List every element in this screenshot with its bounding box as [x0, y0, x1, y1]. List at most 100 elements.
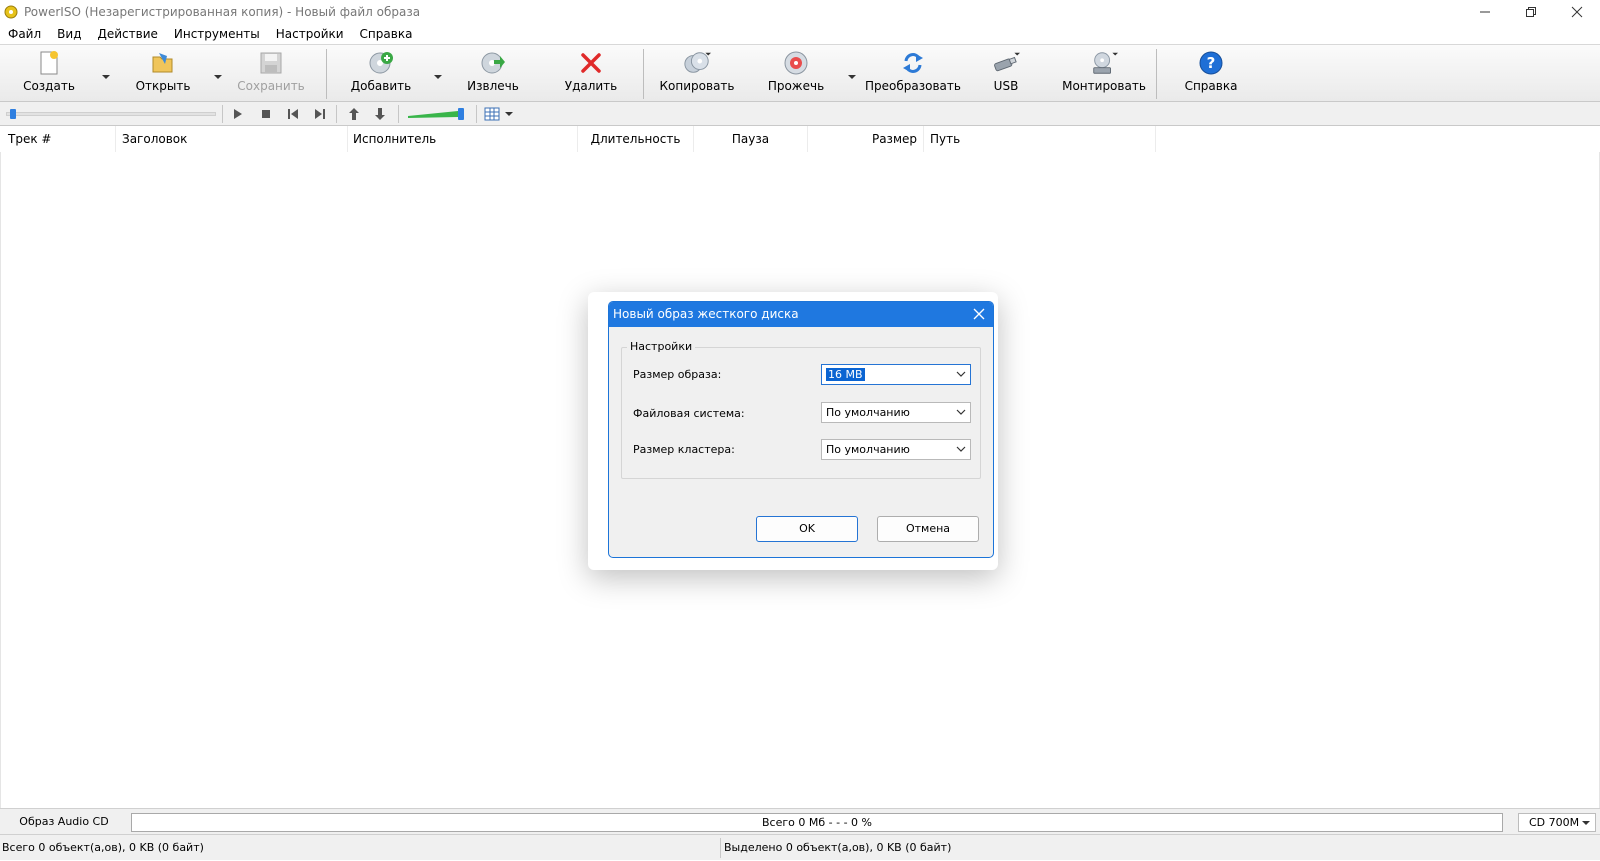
- mount-drive-icon: [1093, 52, 1118, 74]
- poweriso-app-icon: [4, 5, 18, 19]
- add-dropdown-icon[interactable]: [432, 71, 444, 83]
- column-pause[interactable]: Пауза: [694, 126, 808, 152]
- image-size-label: Размер образа:: [633, 368, 722, 381]
- image-size-combo[interactable]: 16 MB: [821, 364, 971, 385]
- play-icon: [234, 109, 242, 119]
- player-separator: [222, 105, 223, 123]
- chevron-down-icon: [1582, 821, 1590, 825]
- player-separator: [476, 105, 477, 123]
- player-separator: [336, 105, 337, 123]
- status-selected: Выделено 0 объект(а,ов), 0 KB (0 байт): [724, 841, 952, 854]
- burn-button[interactable]: Прожечь: [766, 49, 826, 99]
- burn-dropdown-icon[interactable]: [846, 71, 858, 83]
- status-bar: Всего 0 объект(а,ов), 0 KB (0 байт) Выде…: [0, 834, 1600, 860]
- close-icon: [1571, 6, 1583, 18]
- move-up-button[interactable]: [346, 106, 362, 122]
- save-button[interactable]: Сохранить: [237, 49, 305, 99]
- chevron-down-icon: [956, 409, 966, 415]
- seek-slider-thumb[interactable]: [10, 109, 16, 119]
- previous-button[interactable]: [285, 106, 301, 122]
- image-size-value: 16 MB: [826, 368, 865, 381]
- new-hard-disk-image-dialog: Новый образ жесткого диска Настройки Раз…: [608, 301, 994, 558]
- capacity-meter: Всего 0 Мб - - - 0 %: [131, 813, 1503, 832]
- svg-text:?: ?: [1207, 54, 1216, 72]
- media-size-value: CD 700M: [1529, 816, 1580, 829]
- filesystem-label: Файловая система:: [633, 407, 745, 420]
- player-separator: [398, 105, 399, 123]
- filesystem-combo[interactable]: По умолчанию: [821, 402, 971, 423]
- dialog-title: Новый образ жесткого диска: [613, 307, 799, 321]
- chevron-down-icon: [956, 371, 966, 377]
- menu-tools[interactable]: Инструменты: [166, 24, 268, 44]
- title-bar: PowerISO (Незарегистрированная копия) - …: [0, 0, 1600, 24]
- volume-slider[interactable]: [408, 108, 468, 120]
- volume-wedge-icon: [408, 108, 464, 120]
- settings-group-label: Настройки: [627, 340, 696, 353]
- filesystem-value: По умолчанию: [826, 406, 910, 419]
- create-dropdown-icon[interactable]: [100, 71, 112, 83]
- usb-button[interactable]: USB: [984, 49, 1028, 99]
- grid-view-icon: [484, 107, 513, 121]
- menu-action[interactable]: Действие: [89, 24, 165, 44]
- arrow-down-icon: [375, 108, 385, 120]
- image-type-label: Образ Audio CD: [19, 815, 109, 828]
- dialog-close-icon[interactable]: [971, 306, 987, 322]
- convert-button[interactable]: Преобразовать: [864, 49, 962, 99]
- cancel-button[interactable]: Отмена: [877, 516, 979, 542]
- column-duration[interactable]: Длительность: [578, 126, 694, 152]
- new-document-icon: [40, 51, 58, 75]
- minimize-button[interactable]: [1462, 0, 1508, 24]
- column-size[interactable]: Размер: [808, 126, 924, 152]
- column-track[interactable]: Трек #: [0, 126, 116, 152]
- open-dropdown-icon[interactable]: [212, 71, 224, 83]
- toolbar-separator: [1156, 49, 1157, 99]
- save-disk-icon: [260, 52, 282, 74]
- next-button[interactable]: [312, 106, 328, 122]
- status-divider: [720, 838, 721, 858]
- menu-help[interactable]: Справка: [352, 24, 421, 44]
- mount-button[interactable]: Монтировать: [1062, 49, 1146, 99]
- convert-arrows-icon: [903, 53, 923, 73]
- add-disc-icon: [369, 52, 393, 74]
- menu-bar: Файл Вид Действие Инструменты Настройки …: [0, 24, 1600, 44]
- menu-view[interactable]: Вид: [49, 24, 89, 44]
- menu-settings[interactable]: Настройки: [268, 24, 352, 44]
- media-size-select[interactable]: CD 700M: [1518, 813, 1596, 832]
- capacity-bar: Образ Audio CD Всего 0 Мб - - - 0 % CD 7…: [0, 808, 1600, 834]
- player-bar: [0, 102, 1600, 126]
- extract-disc-icon: [481, 52, 505, 74]
- delete-x-icon: [581, 53, 601, 73]
- restore-button[interactable]: [1508, 0, 1554, 24]
- add-button[interactable]: Добавить: [351, 49, 411, 99]
- column-artist[interactable]: Исполнитель: [348, 126, 578, 152]
- window-title: PowerISO (Незарегистрированная копия) - …: [24, 5, 421, 19]
- open-folder-icon: [152, 53, 173, 73]
- move-down-button[interactable]: [372, 106, 388, 122]
- delete-button[interactable]: Удалить: [564, 49, 618, 99]
- copy-disc-icon: [684, 52, 711, 73]
- view-mode-button[interactable]: [484, 107, 516, 121]
- create-button[interactable]: Создать: [22, 49, 76, 99]
- close-window-button[interactable]: [1554, 0, 1600, 24]
- burn-disc-icon: [784, 51, 808, 75]
- extract-button[interactable]: Извлечь: [466, 49, 520, 99]
- ok-button[interactable]: OK: [756, 516, 858, 542]
- column-title[interactable]: Заголовок: [116, 126, 348, 152]
- dialog-title-bar: Новый образ жесткого диска: [609, 302, 993, 327]
- help-question-icon: ?: [1199, 51, 1223, 75]
- cluster-size-value: По умолчанию: [826, 443, 910, 456]
- help-button[interactable]: ? Справка: [1184, 49, 1238, 99]
- track-list-header: Трек # Заголовок Исполнитель Длительност…: [0, 126, 1600, 152]
- main-toolbar: Создать Открыть Сохранить Добавить Извле…: [0, 44, 1600, 102]
- cluster-size-combo[interactable]: По умолчанию: [821, 439, 971, 460]
- cluster-size-label: Размер кластера:: [633, 443, 735, 456]
- toolbar-separator: [643, 49, 644, 99]
- stop-button[interactable]: [258, 106, 274, 122]
- restore-icon: [1526, 7, 1536, 17]
- open-button[interactable]: Открыть: [134, 49, 192, 99]
- menu-file[interactable]: Файл: [0, 24, 49, 44]
- column-path[interactable]: Путь: [924, 126, 1156, 152]
- copy-button[interactable]: Копировать: [660, 49, 734, 99]
- play-button[interactable]: [230, 106, 246, 122]
- seek-slider[interactable]: [6, 109, 216, 119]
